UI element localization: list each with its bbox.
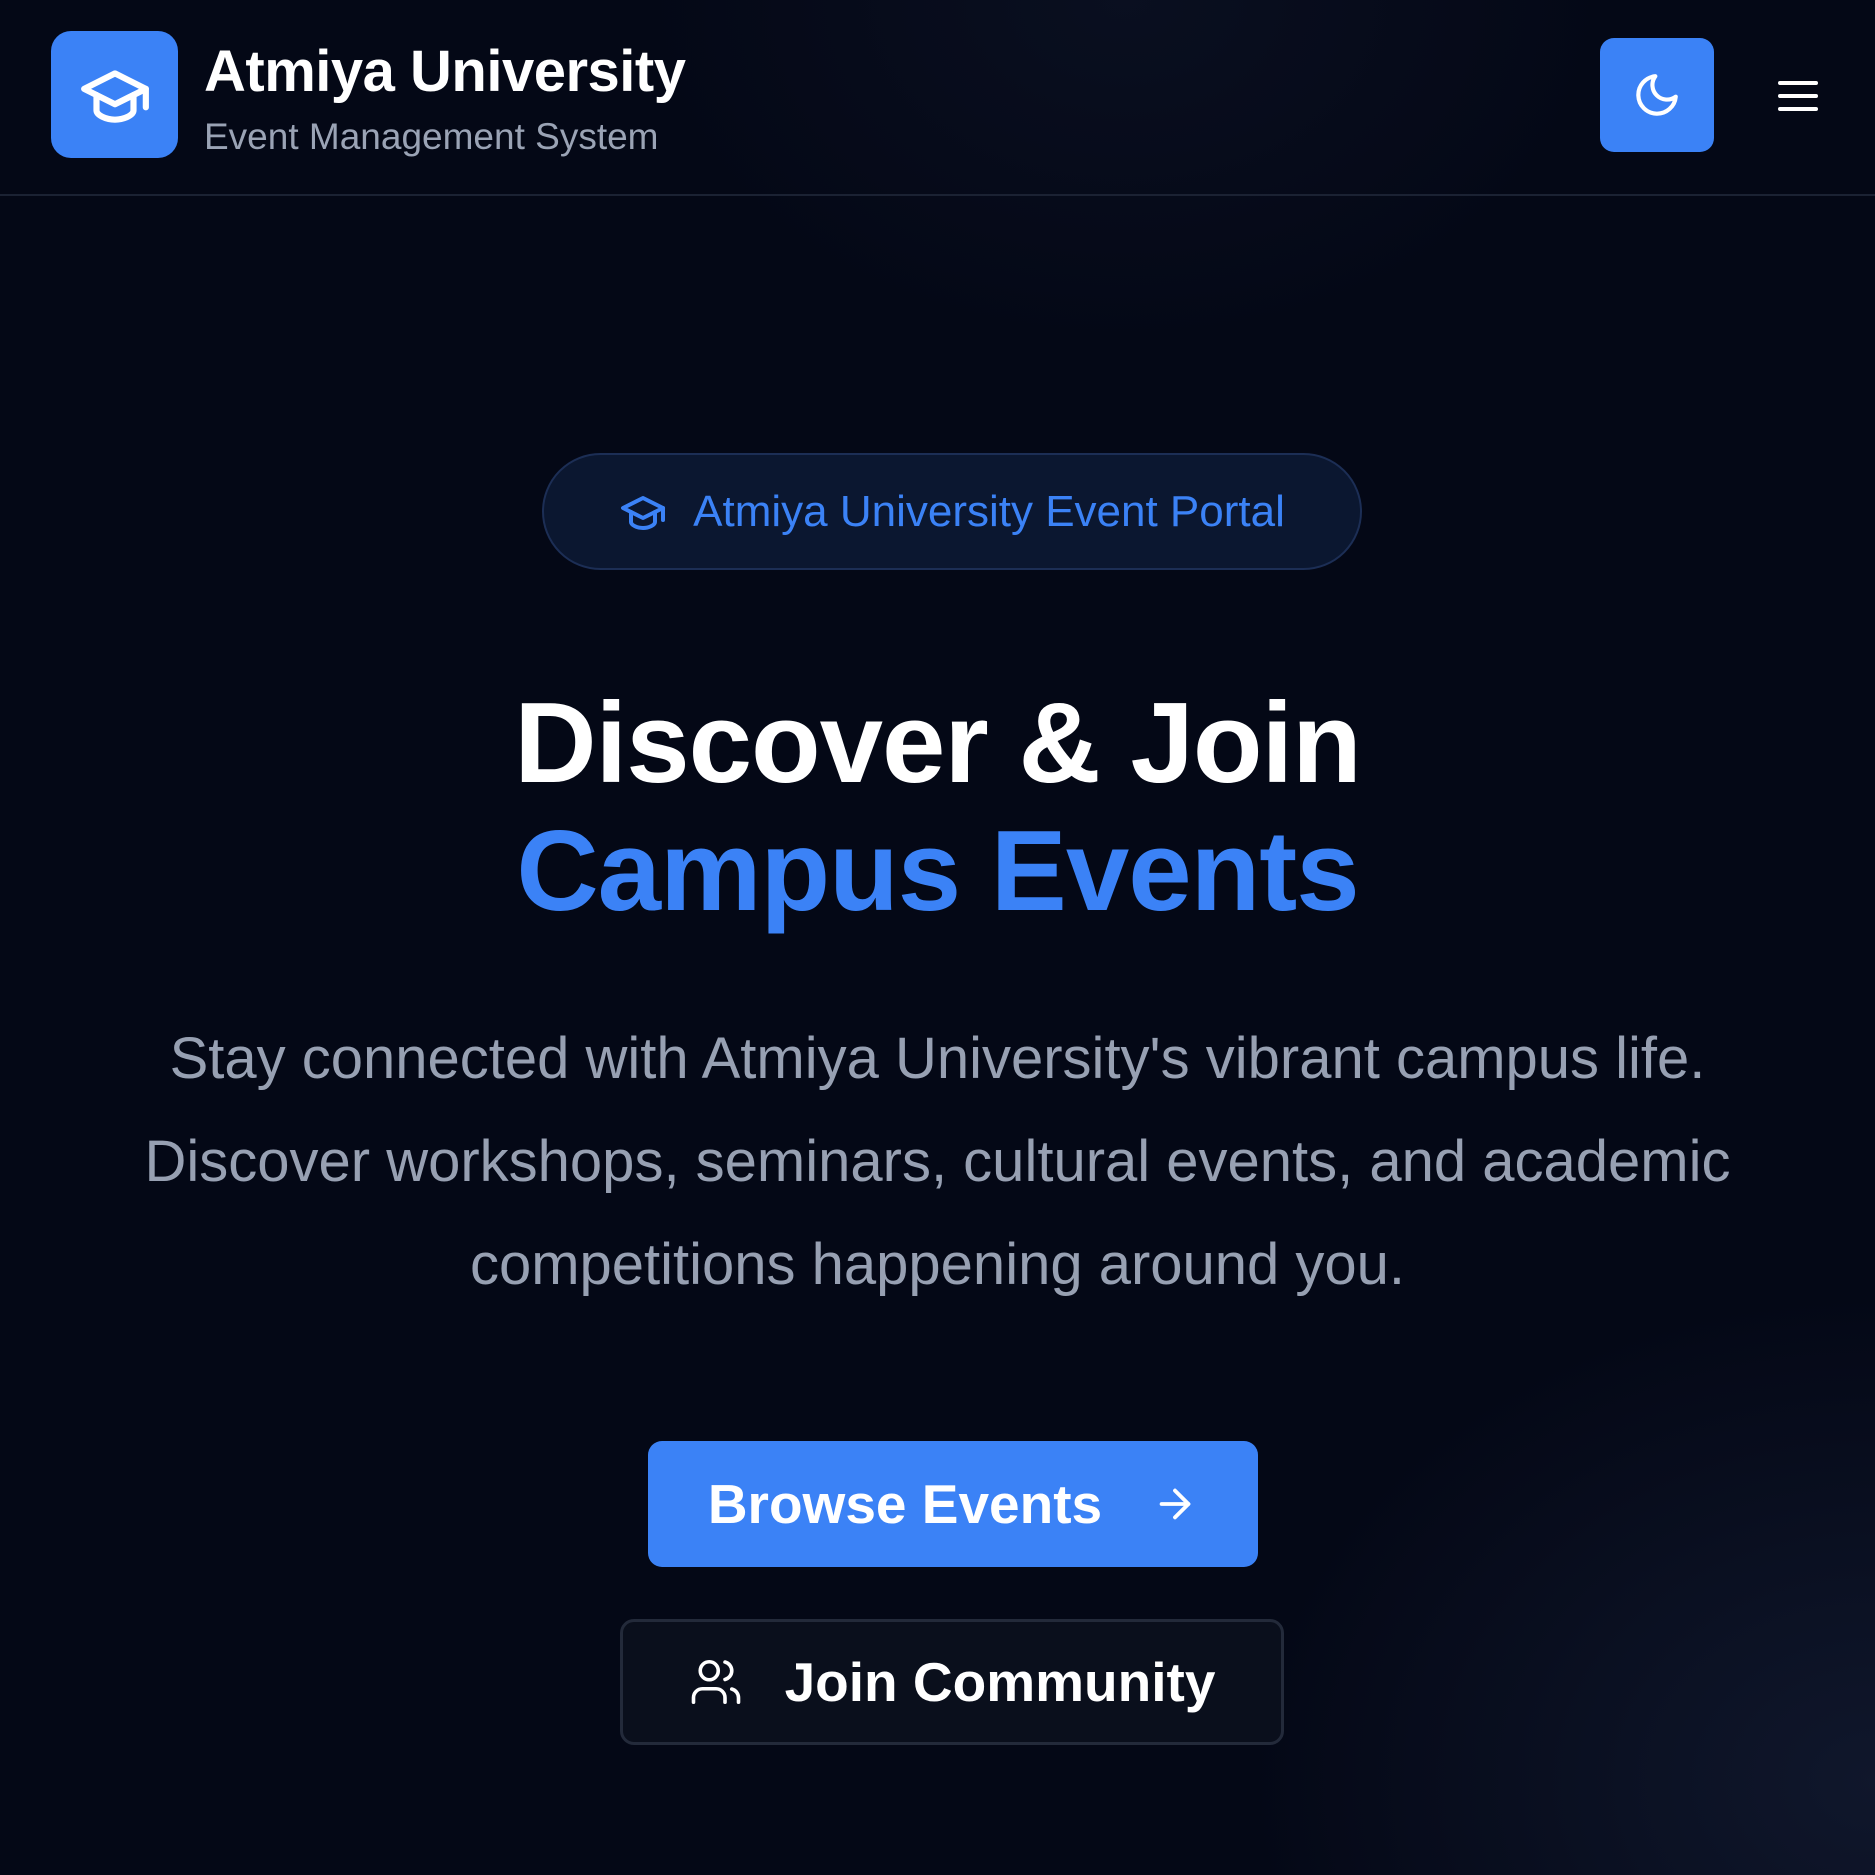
brand-title[interactable]: Atmiya University	[204, 38, 686, 105]
brand-subtitle: Event Management System	[204, 116, 659, 157]
graduation-cap-icon	[78, 58, 152, 132]
join-community-button[interactable]: Join Community	[620, 1619, 1284, 1745]
hero-description: Stay connected with Atmiya University's …	[144, 1026, 1731, 1297]
menu-button[interactable]	[1770, 68, 1826, 124]
arrow-right-icon	[1152, 1481, 1198, 1527]
graduation-cap-icon	[619, 488, 667, 536]
page-background: Atmiya University Event Management Syste…	[0, 0, 1875, 1875]
hamburger-menu-icon	[1776, 76, 1820, 116]
logo[interactable]	[51, 31, 178, 158]
theme-toggle-button[interactable]	[1600, 38, 1714, 152]
portal-badge-label: Atmiya University Event Portal	[693, 486, 1285, 536]
headline-line-primary: Discover & Join	[514, 680, 1362, 807]
hero-headline: Discover & Join Campus Events	[0, 680, 1875, 936]
portal-badge: Atmiya University Event Portal	[542, 453, 1362, 570]
headline-line-accent: Campus Events	[516, 808, 1359, 935]
moon-icon	[1632, 70, 1682, 120]
join-community-label: Join Community	[784, 1651, 1216, 1713]
top-navbar: Atmiya University Event Management Syste…	[0, 0, 1875, 196]
browse-events-button[interactable]: Browse Events	[648, 1441, 1258, 1567]
users-icon	[689, 1655, 743, 1709]
browse-events-label: Browse Events	[707, 1473, 1103, 1535]
